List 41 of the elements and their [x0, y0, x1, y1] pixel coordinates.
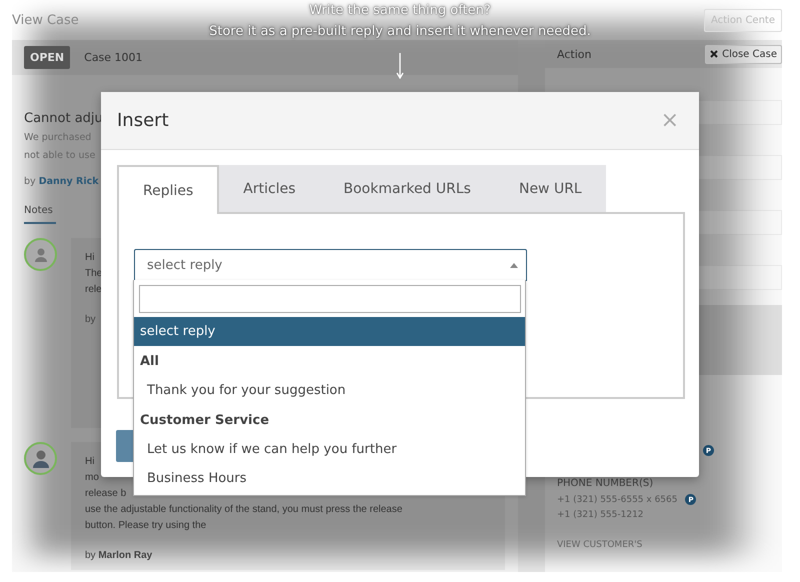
- action-title: Action: [557, 48, 592, 60]
- case-subject: Cannot adju: [24, 111, 104, 126]
- case-author: by Danny Rick: [24, 176, 99, 187]
- dropdown-option[interactable]: Thank you for your suggestion: [134, 376, 525, 405]
- dropdown-option[interactable]: select reply: [134, 317, 525, 346]
- note-text: mo: [85, 472, 99, 484]
- dropdown-option[interactable]: Business Hours: [134, 464, 525, 493]
- close-case-button[interactable]: Close Case: [705, 44, 782, 64]
- user-icon: [34, 248, 48, 262]
- page-title: View Case: [12, 12, 79, 28]
- status-badge: OPEN: [24, 46, 70, 69]
- note-author: by Marlon Ray: [85, 550, 152, 561]
- case-description: We purchased: [24, 132, 92, 144]
- phone-number: +1 (321) 555-1212: [557, 510, 644, 520]
- dropdown-option[interactable]: Let us know if we can help you further: [134, 435, 525, 464]
- phone-label: PHONE NUMBER(S): [556, 477, 654, 489]
- phone-number: +1 (321) 555-6555 x 6565: [557, 494, 678, 504]
- close-icon: [710, 50, 718, 58]
- option-group: Customer Service: [134, 405, 525, 435]
- dialog-title: Insert: [117, 110, 169, 131]
- option-group: All: [134, 346, 525, 376]
- note-author: by: [85, 314, 96, 325]
- tab[interactable]: New URL: [494, 165, 606, 212]
- note-text: rele: [85, 284, 102, 296]
- caption-text: Store it as a pre-built reply and insert it whenever needed.: [209, 23, 591, 40]
- note-text: Hi: [85, 252, 94, 264]
- down-arrow-icon: [396, 53, 404, 79]
- note-text: The: [85, 268, 102, 280]
- notes-tab[interactable]: Notes: [24, 205, 56, 224]
- case-title: Case 1001: [84, 51, 143, 64]
- tab[interactable]: Replies: [117, 165, 220, 214]
- caret-icon: [510, 262, 518, 268]
- search-field[interactable]: [139, 285, 521, 313]
- tab[interactable]: Bookmarked URLs: [320, 165, 495, 212]
- person-silhouette-icon: [32, 450, 48, 468]
- note-text: use the adjustable functionality of the stand, you must press the release: [85, 504, 402, 516]
- note-text: button. Please try using the: [85, 520, 206, 532]
- note-text: release b: [85, 488, 126, 500]
- note-text: Hi: [85, 456, 94, 468]
- caption-text: Write the same thing often?: [309, 2, 491, 19]
- tab[interactable]: Articles: [219, 165, 320, 212]
